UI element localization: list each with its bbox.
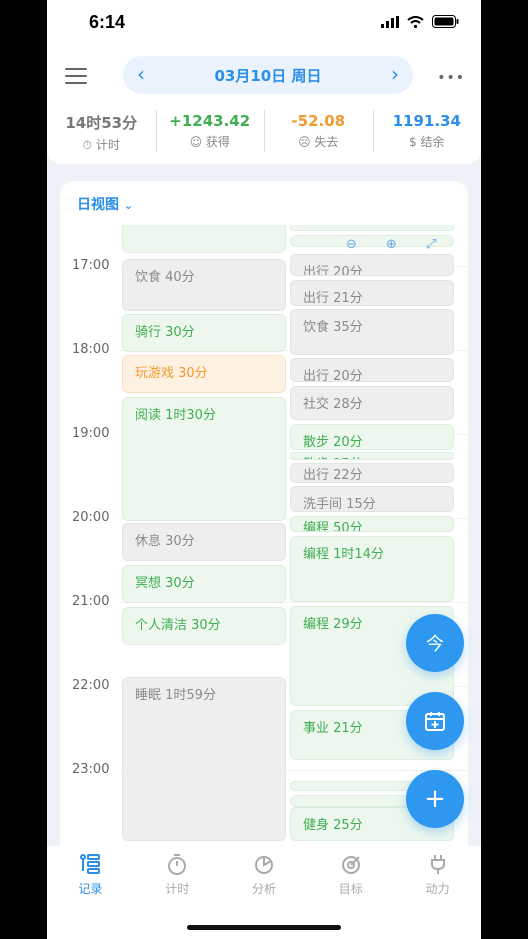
stopwatch-icon	[134, 852, 221, 876]
status-icons	[381, 15, 459, 28]
activity-block[interactable]	[122, 225, 286, 253]
activity-block[interactable]: 玩游戏 30分	[122, 355, 286, 393]
stat-value: 1191.34	[392, 112, 461, 130]
tab-label: 目标	[338, 882, 363, 896]
timeline[interactable]: 17:00 18:00 19:00 20:00 21:00 22:00 23:00 饮食 40…	[60, 225, 468, 845]
dollar-icon: $	[409, 135, 417, 149]
tab-label: 动力	[425, 882, 450, 896]
battery-icon	[432, 15, 459, 28]
calendar-button[interactable]	[406, 692, 464, 750]
app-screen: 6:14 ‹ 03月10日 周日 › ••• 14时53分 ⏱ 计时 +1243.4…	[47, 0, 481, 939]
more-button[interactable]: •••	[437, 70, 465, 86]
date-selector: ‹ 03月10日 周日 ›	[123, 56, 413, 94]
stat-label-row: ⏱ 计时	[47, 136, 156, 153]
hour-label: 19:00	[72, 426, 110, 441]
record-icon	[47, 852, 134, 876]
activity-block[interactable]	[290, 225, 454, 231]
activity-block[interactable]: 编程 1时14分	[290, 536, 454, 602]
activity-block[interactable]: 冥想 30分	[122, 565, 286, 603]
target-icon	[307, 852, 394, 876]
stats-row: 14时53分 ⏱ 计时 +1243.42 ☺ 获得 -52.08 ☹ 失去 1191.34 $…	[47, 106, 481, 156]
chevron-down-icon: ⌄	[123, 199, 134, 212]
activity-block[interactable]: 休息 30分	[122, 523, 286, 561]
menu-button[interactable]	[65, 68, 87, 86]
plus-icon: +	[424, 784, 446, 814]
stat-label: 获得	[205, 135, 230, 149]
stat-label: 失去	[314, 135, 339, 149]
current-date[interactable]: 03月10日 周日	[123, 65, 413, 86]
zoom-out-icon[interactable]: ⊖	[346, 237, 357, 252]
stopwatch-icon: ⏱	[82, 138, 93, 152]
day-view-card: 日视图 ⌄ 17:00 18:00 19:00 20:00 21:00 22:00 23:0…	[60, 181, 468, 861]
smile-icon: ☺	[189, 135, 203, 149]
hour-label: 18:00	[72, 342, 110, 357]
stat-3: 1191.34 $ 结余	[372, 106, 482, 156]
activity-block[interactable]: 睡眠 1时59分	[122, 677, 286, 841]
stat-label-row: $ 结余	[373, 133, 482, 150]
status-bar: 6:14	[47, 0, 481, 46]
wifi-icon	[407, 15, 424, 28]
fullscreen-icon[interactable]: ⤢	[426, 237, 436, 252]
frown-icon: ☹	[298, 135, 311, 149]
activity-block[interactable]: 洗手间 15分	[290, 486, 454, 512]
view-selector[interactable]: 日视图 ⌄	[77, 194, 133, 214]
activity-block[interactable]: 骑行 30分	[122, 314, 286, 352]
tab-label: 分析	[251, 882, 276, 896]
hour-label: 22:00	[72, 678, 110, 693]
stat-label: 计时	[95, 138, 120, 152]
calendar-add-icon	[425, 712, 445, 731]
activity-block[interactable]: 编程 50分	[290, 516, 454, 532]
stat-0: 14时53分 ⏱ 计时	[47, 106, 156, 156]
stat-value: 14时53分	[65, 114, 138, 132]
stat-label: 结余	[420, 135, 445, 149]
signal-icon	[381, 15, 399, 28]
activity-block[interactable]: 阅读 1时30分	[122, 397, 286, 521]
stat-2: -52.08 ☹ 失去	[264, 106, 373, 156]
tab-label: 计时	[165, 882, 190, 896]
plug-icon	[394, 852, 481, 876]
hour-label: 17:00	[72, 258, 110, 273]
next-day-button[interactable]: ›	[391, 62, 399, 86]
activity-block[interactable]: 出行 22分	[290, 463, 454, 483]
activity-block[interactable]: 散步 15分	[290, 452, 454, 460]
activity-block[interactable]: 社交 28分	[290, 386, 454, 420]
home-indicator	[187, 925, 341, 930]
date-header: ‹ 03月10日 周日 › ••• 14时53分 ⏱ 计时 +1243.42 ☺ 获得…	[47, 46, 481, 164]
zoom-in-icon[interactable]: ⊕	[386, 237, 397, 252]
activity-block[interactable]: 出行 20分	[290, 358, 454, 382]
hour-label: 23:00	[72, 762, 110, 777]
stat-label-row: ☺ 获得	[156, 133, 265, 150]
hour-label: 21:00	[72, 594, 110, 609]
view-label: 日视图	[77, 197, 119, 213]
stat-value: +1243.42	[169, 112, 251, 130]
stat-value: -52.08	[291, 112, 346, 130]
status-time: 6:14	[89, 12, 126, 32]
activity-block[interactable]: 饮食 40分	[122, 259, 286, 311]
activity-block[interactable]: 散步 20分	[290, 424, 454, 450]
tab-record[interactable]: 记录	[47, 846, 134, 939]
activity-block[interactable]: 出行 20分	[290, 254, 454, 276]
pie-chart-icon	[221, 852, 308, 876]
activity-block[interactable]: 个人清洁 30分	[122, 607, 286, 645]
today-button[interactable]: 今	[406, 614, 464, 672]
activity-block[interactable]: 饮食 35分	[290, 309, 454, 355]
tab-label: 记录	[78, 882, 103, 896]
hour-label: 20:00	[72, 510, 110, 525]
stat-1: +1243.42 ☺ 获得	[155, 106, 265, 156]
tab-plug[interactable]: 动力	[394, 846, 481, 939]
add-button[interactable]: +	[406, 770, 464, 828]
activity-block[interactable]: 出行 21分	[290, 280, 454, 306]
stat-label-row: ☹ 失去	[264, 133, 373, 150]
